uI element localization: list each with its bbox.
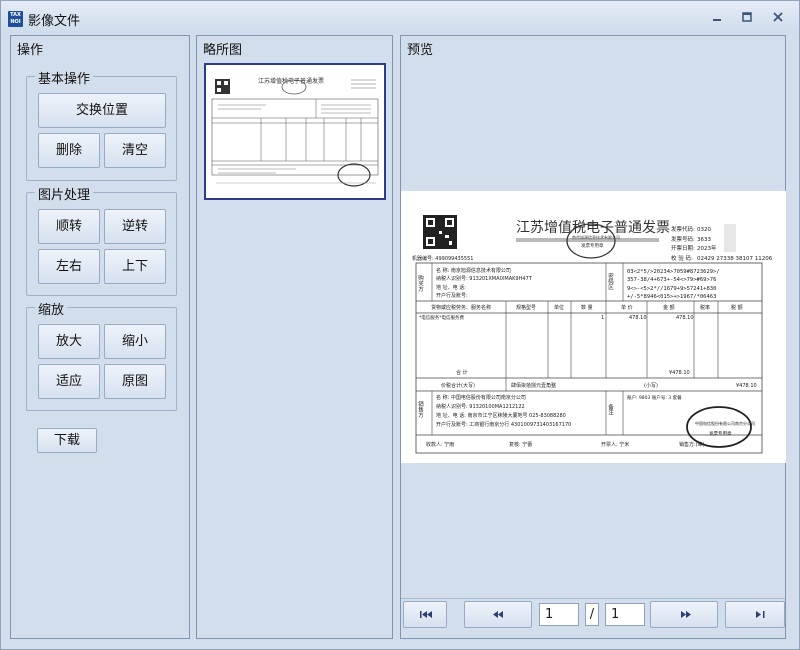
buyer-side: 购买方 — [417, 274, 424, 293]
subtotal-label: 合 计 — [456, 369, 468, 376]
subtotal-value: ¥478.10 — [669, 370, 690, 376]
remark-side: 备注 — [607, 403, 614, 417]
col-price-header: 单 价 — [621, 304, 633, 311]
cipher-line-3: 9<>-<5>2*//1679+9>57241+830 — [627, 286, 716, 292]
zoom-title: 缩放 — [35, 299, 68, 318]
page-separator: / — [585, 603, 599, 626]
image-processing-group: 图片处理 顺转 逆转 左右 上下 — [26, 184, 177, 296]
zoom-group: 缩放 放大 缩小 适应 原图 — [26, 299, 177, 411]
code-label: 发票代码: — [671, 225, 695, 233]
seller-seal-label: 销售方:(章) — [679, 441, 705, 448]
main-window: TAX NOI 影像文件 操作 基本操作 交换位置 删除 清空 图片处理 顺转 … — [0, 0, 800, 650]
buyer-tax-id: 纳税人识别号: 913201XMAIXMAK9H47T — [436, 275, 533, 282]
download-button[interactable]: 下载 — [37, 428, 97, 453]
total-small-label: (小写) — [644, 382, 658, 389]
first-page-icon — [420, 611, 432, 618]
col-amount-header: 金 额 — [663, 304, 675, 311]
thumbnail-panel-title: 略所图 — [203, 43, 243, 58]
flip-horizontal-button[interactable]: 左右 — [38, 249, 100, 284]
preview-panel-title: 预览 — [407, 43, 434, 58]
col-name-header: 货物或应税劳务、服务名称 — [431, 304, 491, 311]
check-value: 02429 27338 38107 11206 — [697, 256, 773, 262]
invoice-thumbnail[interactable]: 江苏增值税电子普通发票 — [204, 63, 386, 200]
basic-ops-group: 基本操作 交换位置 删除 清空 — [26, 68, 177, 181]
preview-panel: 预览 机器编号: 499099435551 江苏增值税电子普通发票 南京旭源信息… — [400, 35, 786, 639]
current-page-input[interactable]: 1 — [539, 603, 579, 626]
payee: 收款人: 宁雨 — [426, 441, 454, 448]
col-spec-header: 规格型号 — [516, 304, 536, 311]
previous-page-button[interactable] — [464, 601, 532, 628]
col-qty-header: 数 量 — [581, 304, 593, 311]
buyer-bank: 开户行及账号: — [436, 292, 468, 299]
zoom-out-button[interactable]: 缩小 — [104, 324, 166, 359]
last-page-button[interactable] — [725, 601, 785, 628]
seller-address: 地 址、电 话: 南京市江宁区秣陵大厦地号 025-83088280 — [436, 412, 566, 419]
thumb-invoice-title: 江苏增值税电子普通发票 — [258, 77, 324, 85]
seller-seal-text: 中国电信股份有限公司南京分公司 — [695, 420, 755, 426]
buyer-name: 名 称: 南京旭源信息技术有限公司 — [436, 267, 511, 274]
pager-bar: 1 / 1 — [401, 598, 785, 638]
zoom-in-button[interactable]: 放大 — [38, 324, 100, 359]
total-small-value: ¥478.10 — [736, 383, 757, 389]
number-value: 3633 — [697, 237, 711, 243]
original-size-button[interactable]: 原图 — [104, 364, 166, 399]
check-label: 校 验 码: — [671, 254, 693, 262]
item-amount: 478.10 — [676, 315, 694, 321]
total-words: 肆佰柒拾捌元壹角整 — [511, 382, 556, 389]
item-name: *电信服务*电信服务费 — [419, 314, 464, 321]
next-page-icon — [681, 611, 691, 618]
machine-number: 机器编号: 499099435551 — [412, 255, 473, 262]
seller-seal-subtext: 发票专用章 — [709, 430, 732, 437]
image-processing-title: 图片处理 — [35, 184, 94, 203]
swap-position-button[interactable]: 交换位置 — [38, 93, 166, 128]
window-title: 影像文件 — [28, 14, 81, 29]
item-qty: 1 — [601, 315, 604, 321]
flip-vertical-button[interactable]: 上下 — [104, 249, 166, 284]
basic-ops-title: 基本操作 — [35, 68, 94, 87]
close-icon[interactable] — [770, 11, 786, 25]
seller-tax-id: 纳税人识别号: 91320100MA1212122 — [436, 403, 525, 410]
rotate-cw-button[interactable]: 顺转 — [38, 209, 100, 244]
last-page-icon — [756, 611, 765, 618]
invoice-preview[interactable]: 机器编号: 499099435551 江苏增值税电子普通发票 南京旭源信息技术有… — [401, 191, 786, 463]
maximize-icon[interactable] — [739, 11, 755, 25]
total-label: 价税合计(大写) — [441, 382, 475, 389]
code-value: 0320 — [697, 227, 711, 233]
remark-text: 账户: 9803 账户号: 3 套餐 — [627, 394, 682, 401]
seller-bank: 开户行及账号: 工商银行南京分行 4301009731403167170 — [436, 421, 571, 428]
cipher-side: 密码区 — [607, 272, 614, 290]
app-logo: TAX NOI — [8, 11, 23, 27]
buyer-address: 地 址、电 话: — [436, 284, 466, 291]
title-bar: TAX NOI 影像文件 — [1, 1, 799, 33]
fit-button[interactable]: 适应 — [38, 364, 100, 399]
operations-panel: 操作 基本操作 交换位置 删除 清空 图片处理 顺转 逆转 左右 上下 缩放 放… — [10, 35, 190, 639]
operations-panel-title: 操作 — [17, 43, 44, 58]
delete-button[interactable]: 删除 — [38, 133, 100, 168]
clear-button[interactable]: 清空 — [104, 133, 166, 168]
next-page-button[interactable] — [650, 601, 718, 628]
seal-subtext: 发票专用章 — [581, 242, 604, 249]
minimize-icon[interactable] — [709, 11, 725, 25]
thumbnail-panel: 略所图 江苏增值税电子普通发票 — [196, 35, 393, 639]
date-value: 2023年 — [697, 244, 717, 252]
first-page-button[interactable] — [403, 601, 447, 628]
col-rate-header: 税率 — [700, 304, 710, 311]
seller-side: 销售方 — [417, 400, 424, 419]
cipher-line-2: 357-38/4+673+-54<>79>#69>76 — [627, 277, 716, 283]
col-tax-header: 税 额 — [731, 304, 743, 311]
cipher-line-1: 03<2*5/>20234>7059#8723629>/ — [627, 269, 720, 275]
col-unit-header: 单位 — [554, 304, 564, 311]
cipher-line-4: +/-5*8946<015>+>1967/*06463 — [627, 294, 716, 300]
total-pages-field: 1 — [605, 603, 645, 626]
previous-page-icon — [493, 611, 503, 618]
seal-text: 南京旭源信息技术有限公司 — [572, 234, 620, 240]
reviewer: 复核: 宁蕾 — [509, 441, 532, 448]
rotate-ccw-button[interactable]: 逆转 — [104, 209, 166, 244]
number-label: 发票号码: — [671, 235, 695, 243]
item-price: 478.10 — [629, 315, 647, 321]
date-label: 开票日期: — [671, 245, 695, 252]
invoice-title: 江苏增值税电子普通发票 — [516, 220, 670, 236]
seller-name: 名 称: 中国电信股份有限公司南京分公司 — [436, 394, 526, 401]
issuer: 开票人: 宁米 — [601, 441, 629, 448]
